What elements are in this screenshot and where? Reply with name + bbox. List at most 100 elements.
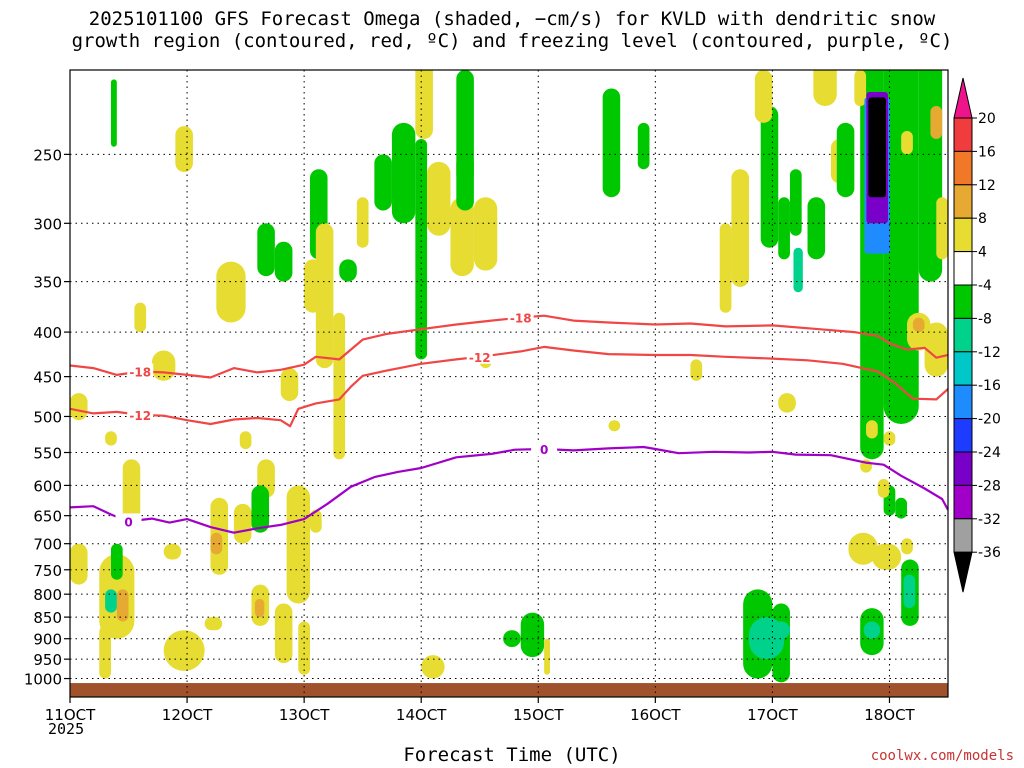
contour-label: -18 [510,312,532,326]
omega-cell [901,130,913,155]
y-tick-label: 650 [33,508,62,526]
omega-cell [116,589,129,622]
colorbar-label: -24 [978,445,1001,461]
omega-cell [356,197,369,248]
y-tick-label: 450 [33,369,62,387]
colorbar-segment [953,418,973,453]
colorbar-label: 12 [978,178,996,194]
colorbar-segment [953,518,973,553]
omega-cell [807,197,826,260]
colorbar-label: -32 [978,512,1001,528]
omega-cell [790,9,808,70]
omega-cell [427,161,451,236]
colorbar-label: 4 [978,245,987,261]
omega-cell [70,543,88,585]
y-tick-label: 700 [33,536,62,554]
plot-area [70,70,948,697]
omega-cell [813,70,837,107]
omega-cell [439,0,457,70]
omega-cell [339,259,357,282]
y-tick-label: 900 [33,631,62,649]
omega-cell [274,603,293,664]
y-tick-label: 500 [33,408,62,426]
omega-cell [754,70,773,123]
omega-cell [304,259,322,313]
ground-below-surface [70,683,948,697]
y-tick-label: 300 [33,215,62,233]
omega-cell [690,359,703,381]
omega-cell [789,169,802,236]
colorbar-label: -16 [978,378,1001,394]
omega-cell [793,247,803,293]
y-tick-label: 400 [33,324,62,342]
colorbar-label: -28 [978,478,1001,494]
colorbar-segment [953,484,973,520]
omega-cell [520,612,545,658]
omega-cell [163,543,182,560]
colorbar-segment [953,284,973,319]
omega-cell [233,503,252,544]
colorbar-segment [953,451,973,486]
omega-cell [930,106,943,139]
colorbar-segment [953,217,973,253]
x-tick-label: 18OCT [864,706,915,724]
colorbar-label: 20 [978,111,996,127]
omega-cell [204,617,223,631]
contour-label: -18 [129,366,151,380]
x-tick-label: 17OCT [747,706,798,724]
omega-cell [866,420,878,439]
omega-cell [637,122,650,170]
omega-cell [415,70,433,139]
y-tick-label: 850 [33,609,62,627]
omega-cell [105,589,117,613]
omega-cell [719,223,732,313]
x-tick-label: 12OCT [162,706,213,724]
x-tick-label: 15OCT [513,706,564,724]
omega-cell [333,312,346,460]
omega-cell [216,261,246,323]
omega-cell [70,393,88,421]
y-tick-label: 1000 [24,671,62,689]
omega-cell [778,393,796,413]
omega-cell [210,532,223,555]
omega-cell [760,106,779,248]
colorbar-label: -36 [978,545,1001,561]
omega-cell [134,302,147,333]
omega-cell [122,459,141,522]
omega-cell [903,574,916,609]
omega-cell [105,431,117,446]
x-tick-label: 14OCT [396,706,447,724]
omega-cell [251,485,270,533]
omega-cell [473,197,498,271]
colorbar-label: 8 [978,211,987,227]
y-tick-label: 950 [33,651,62,669]
omega-cell [863,621,881,639]
omega-cell [912,317,925,333]
omega-cell [175,126,193,173]
omega-cell [731,169,749,287]
y-tick-label: 550 [33,445,62,463]
y-tick-label: 800 [33,586,62,604]
omega-cell [901,538,913,555]
colorbar-segment [953,351,973,386]
omega-cell [257,223,275,277]
x-tick-label: 13OCT [279,706,330,724]
omega-cell [286,485,310,604]
omega-cell [391,122,416,224]
source-credit-link[interactable]: coolwx.com/models [871,748,1014,764]
colorbar-label: -4 [978,278,992,294]
y-tick-label: 750 [33,562,62,580]
omega-cell [254,598,265,618]
omega-cell [421,655,445,679]
time-axis: 11OCT 12OCT 13OCT 14OCT 15OCT 16OCT 17OCT 18OCT [45,697,916,724]
contour-label: -12 [469,351,491,365]
omega-cell [877,479,890,498]
omega-time-height-chart: -18 -18 -12 -12 0 0 250 300 350 400 450 500 550 600 6… [24,0,1001,724]
contour-label: -12 [129,409,151,423]
colorbar-segment [953,317,973,353]
omega-core-black [868,97,886,198]
y-tick-label: 250 [33,146,62,164]
pressure-axis: 250 300 350 400 450 500 550 600 650 700 750 800 850 9… [24,146,70,689]
colorbar-segment [953,184,973,219]
colorbar-segment [953,150,973,186]
